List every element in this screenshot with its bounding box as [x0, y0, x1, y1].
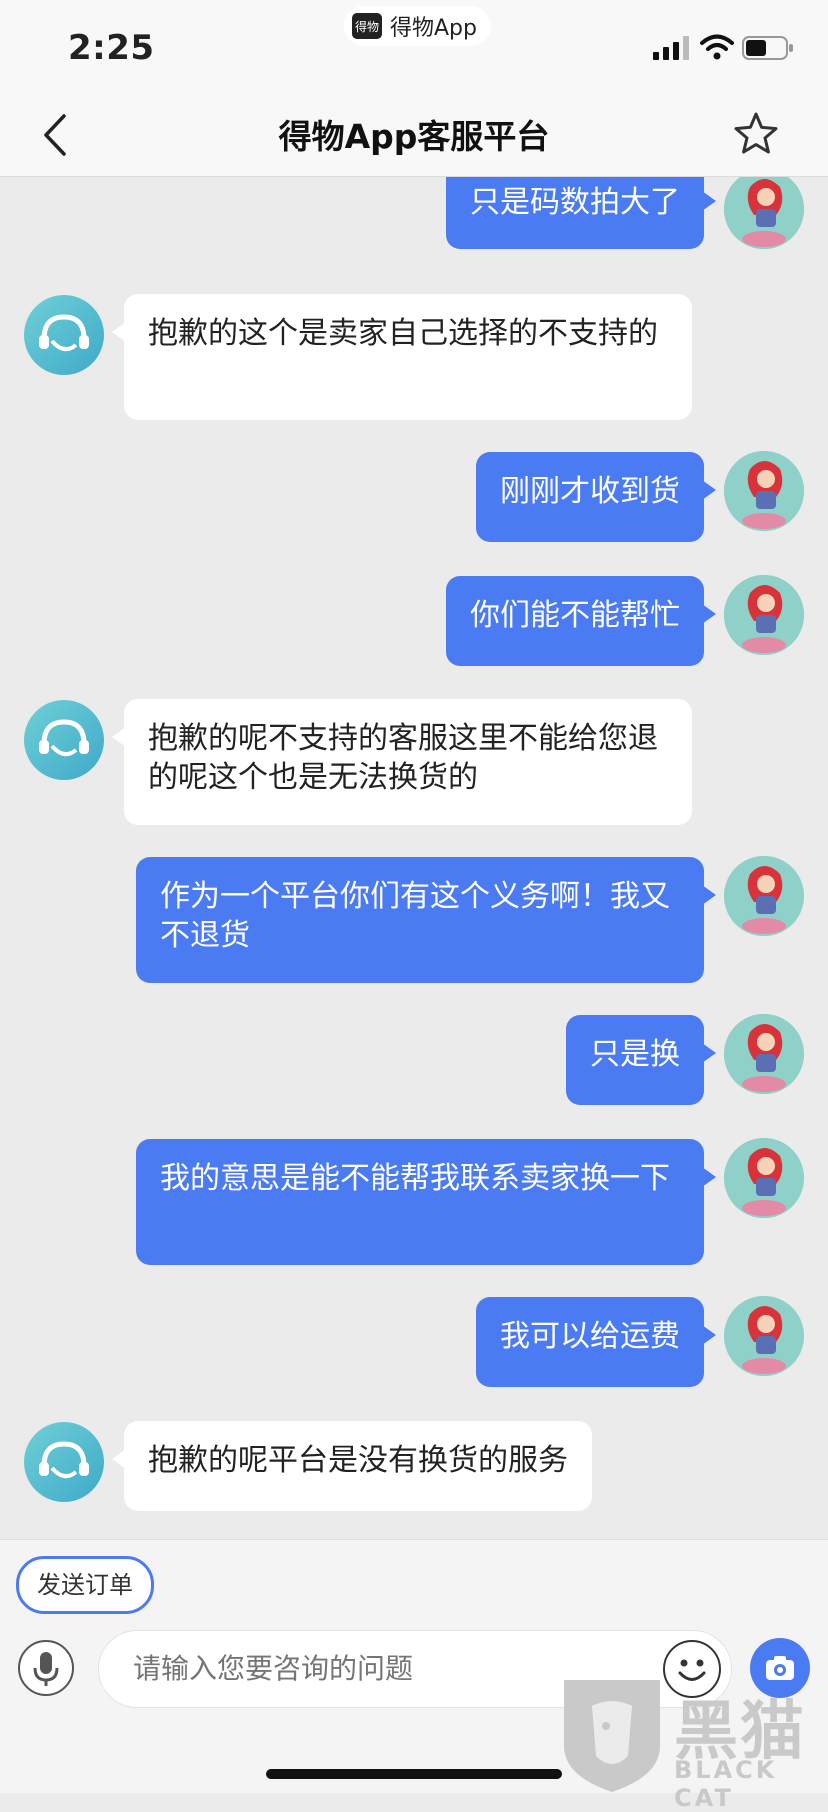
- user-avatar[interactable]: [724, 451, 804, 531]
- headset-icon: [39, 719, 89, 757]
- home-indicator: [266, 1769, 562, 1779]
- status-bar: 2:25 得物 得物App: [0, 0, 828, 96]
- user-avatar-image: [724, 1296, 804, 1376]
- user-message-bubble[interactable]: 只是换: [566, 1015, 716, 1105]
- cellular-signal-icon: [653, 36, 689, 60]
- app-logo-icon: 得物: [352, 13, 382, 39]
- user-message-bubble[interactable]: 我的意思是能不能帮我联系卖家换一下: [136, 1139, 716, 1265]
- wifi-icon: [700, 34, 734, 60]
- app-indicator-label: 得物App: [390, 16, 477, 41]
- chat-message-list[interactable]: 只是码数拍大了 抱歉的这个是卖家自己选择的不支持的 刚刚才收到货 你们能不能帮忙…: [0, 177, 828, 1539]
- cat-shield-logo-icon: [564, 1680, 660, 1792]
- microphone-button[interactable]: [18, 1640, 74, 1696]
- user-avatar[interactable]: [724, 575, 804, 655]
- user-message-bubble[interactable]: 刚刚才收到货: [476, 452, 716, 542]
- user-avatar-image: [724, 451, 804, 531]
- agent-message-bubble[interactable]: 抱歉的这个是卖家自己选择的不支持的: [112, 294, 692, 420]
- user-avatar[interactable]: [724, 856, 804, 936]
- send-order-button[interactable]: 发送订单: [16, 1556, 154, 1614]
- user-avatar-image: [724, 177, 804, 249]
- watermark: 黑猫 BLACK CAT: [556, 1676, 828, 1812]
- status-time: 2:25: [68, 28, 155, 68]
- user-avatar[interactable]: [724, 1014, 804, 1094]
- agent-avatar: [24, 1422, 104, 1502]
- microphone-icon: [33, 1652, 59, 1686]
- user-avatar[interactable]: [724, 1138, 804, 1218]
- watermark-text-en: BLACK CAT: [674, 1756, 778, 1812]
- user-message-bubble[interactable]: 我可以给运费: [476, 1297, 716, 1387]
- page-title: 得物App客服平台: [278, 117, 550, 156]
- headset-icon: [39, 314, 89, 352]
- user-avatar-image: [724, 1014, 804, 1094]
- agent-avatar: [24, 700, 104, 780]
- headset-icon: [39, 1441, 89, 1479]
- user-avatar-image: [724, 575, 804, 655]
- user-message-bubble[interactable]: 只是码数拍大了: [446, 177, 716, 249]
- user-avatar[interactable]: [724, 1296, 804, 1376]
- navigation-bar: 得物App客服平台: [0, 96, 828, 177]
- star-icon[interactable]: [732, 110, 780, 158]
- agent-message-bubble[interactable]: 抱歉的呢不支持的客服这里不能给您退的呢这个也是无法换货的: [112, 699, 692, 825]
- user-avatar-image: [724, 1138, 804, 1218]
- user-message-bubble[interactable]: 作为一个平台你们有这个义务啊！我又不退货: [136, 857, 716, 983]
- agent-avatar: [24, 295, 104, 375]
- user-message-bubble[interactable]: 你们能不能帮忙: [446, 576, 716, 666]
- agent-message-bubble[interactable]: 抱歉的呢平台是没有换货的服务: [112, 1421, 592, 1511]
- app-indicator: 得物 得物App: [344, 6, 491, 46]
- user-avatar-image: [724, 856, 804, 936]
- user-avatar[interactable]: [724, 177, 804, 249]
- battery-icon: [742, 36, 793, 60]
